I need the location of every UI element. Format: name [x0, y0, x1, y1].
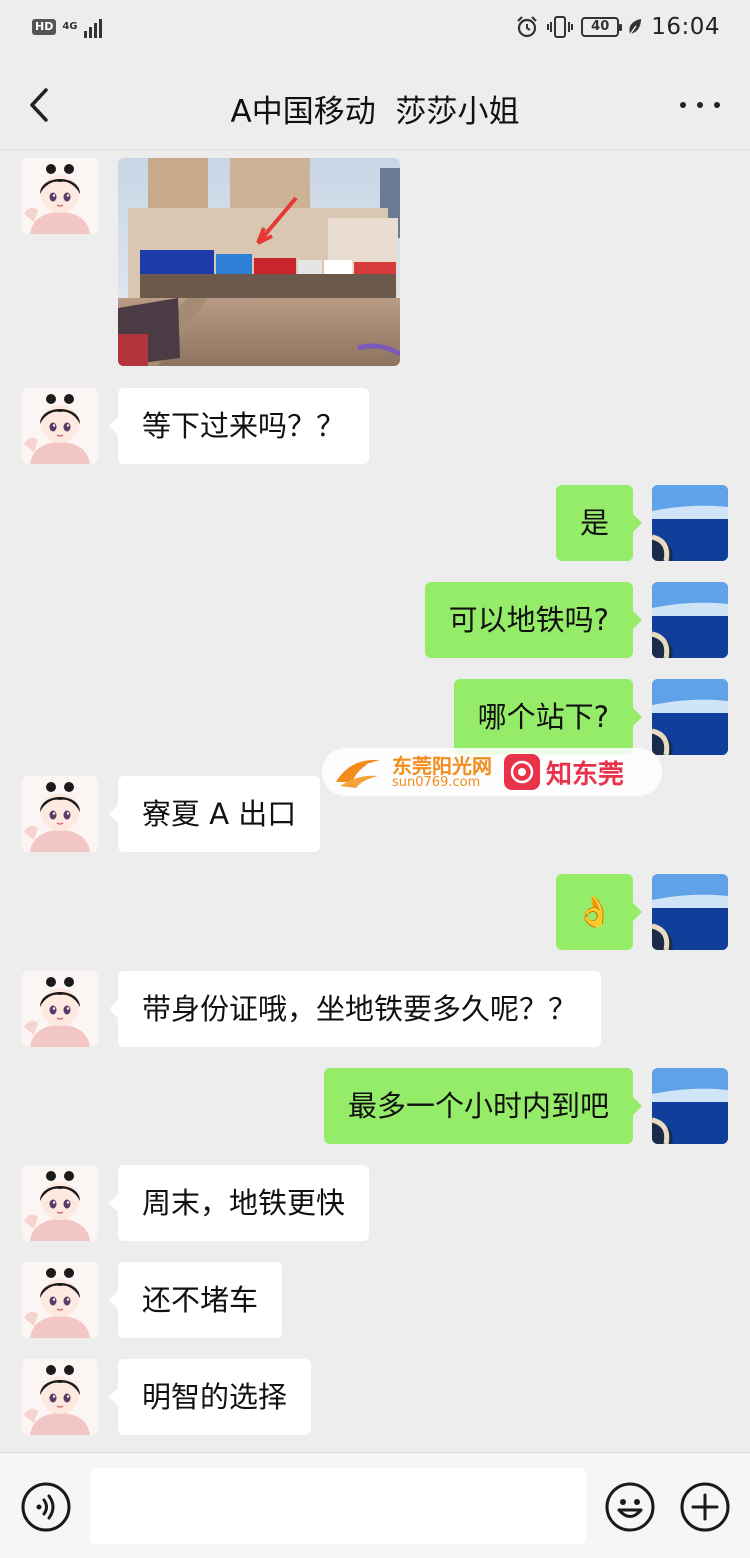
- message-bubble[interactable]: 可以地铁吗?: [424, 582, 643, 658]
- my-avatar[interactable]: [652, 679, 728, 755]
- message-bubble[interactable]: 👌: [555, 874, 643, 950]
- message-bubble[interactable]: 明智的选择: [108, 1359, 312, 1435]
- contact-avatar[interactable]: [22, 158, 98, 234]
- status-time: 16:04: [651, 14, 720, 40]
- girl-avatar-icon: [22, 1359, 98, 1435]
- contact-avatar[interactable]: [22, 776, 98, 852]
- plus-button[interactable]: [679, 1481, 731, 1533]
- girl-avatar-icon: [22, 388, 98, 464]
- girl-avatar-icon: [22, 158, 98, 234]
- contact-avatar[interactable]: [22, 1165, 98, 1241]
- street-photo-image: [118, 158, 400, 366]
- vibrate-icon: [547, 16, 574, 38]
- sea-avatar-icon: [652, 485, 728, 561]
- leaf-icon: [628, 19, 642, 37]
- my-avatar[interactable]: [652, 485, 728, 561]
- message-bubble[interactable]: 周末，地铁更快: [108, 1165, 370, 1241]
- contact-avatar[interactable]: [22, 1262, 98, 1338]
- message-bubble[interactable]: 最多一个小时内到吧: [323, 1068, 643, 1144]
- message-bubble[interactable]: 等下过来吗？？: [108, 388, 370, 464]
- sun-logo-icon: [336, 759, 380, 788]
- contact-avatar[interactable]: [22, 971, 98, 1047]
- sea-avatar-icon: [652, 874, 728, 950]
- girl-avatar-icon: [22, 1262, 98, 1338]
- girl-avatar-icon: [22, 1165, 98, 1241]
- message-bubble[interactable]: 带身份证哦，坐地铁要多久呢？？: [108, 971, 602, 1047]
- watermark-site: 东莞阳光网: [392, 753, 492, 778]
- status-right: 40 16:04: [515, 14, 720, 40]
- emoji-button[interactable]: [604, 1481, 656, 1533]
- sea-avatar-icon: [652, 1068, 728, 1144]
- eye-logo-icon: [504, 754, 540, 790]
- contact-avatar[interactable]: [22, 388, 98, 464]
- status-left: HD 4G: [32, 16, 102, 38]
- my-avatar[interactable]: [652, 582, 728, 658]
- status-bar: HD 4G 40 16:04: [0, 0, 750, 60]
- sea-avatar-icon: [652, 679, 728, 755]
- more-dots-icon[interactable]: [680, 88, 720, 122]
- plus-icon: [680, 1482, 730, 1532]
- message-bubble[interactable]: 哪个站下?: [453, 679, 643, 755]
- chat-header: A中国移动 莎莎小姐: [0, 60, 750, 150]
- voice-icon: [21, 1482, 71, 1532]
- hd-badge: HD: [32, 19, 57, 35]
- chat-title: A中国移动 莎莎小姐: [230, 94, 520, 130]
- emoji-icon: [605, 1482, 655, 1532]
- signal-icon: [83, 16, 102, 38]
- voice-button[interactable]: [20, 1481, 72, 1533]
- ok-hand-emoji: 👌: [575, 895, 613, 930]
- girl-avatar-icon: [22, 776, 98, 852]
- message-bubble[interactable]: 是: [555, 485, 643, 561]
- message-bubble[interactable]: 寮夏 A 出口: [108, 776, 321, 852]
- watermark-url: sun0769.com: [392, 774, 481, 790]
- message-bubble[interactable]: 还不堵车: [108, 1262, 283, 1338]
- input-bar: [0, 1452, 750, 1558]
- photo-message[interactable]: [118, 158, 400, 366]
- sea-avatar-icon: [652, 582, 728, 658]
- girl-avatar-icon: [22, 971, 98, 1047]
- watermark-text: 东莞阳光网 sun0769.com: [392, 756, 492, 789]
- watermark-brand: 知东莞: [546, 759, 625, 790]
- battery-icon: 40: [581, 17, 623, 37]
- my-avatar[interactable]: [652, 874, 728, 950]
- alarm-icon: [517, 16, 537, 38]
- network-type: 4G: [62, 21, 78, 32]
- my-avatar[interactable]: [652, 1068, 728, 1144]
- contact-avatar[interactable]: [22, 1359, 98, 1435]
- message-input[interactable]: [90, 1468, 586, 1544]
- watermark: 东莞阳光网 sun0769.com 知东莞: [322, 748, 662, 796]
